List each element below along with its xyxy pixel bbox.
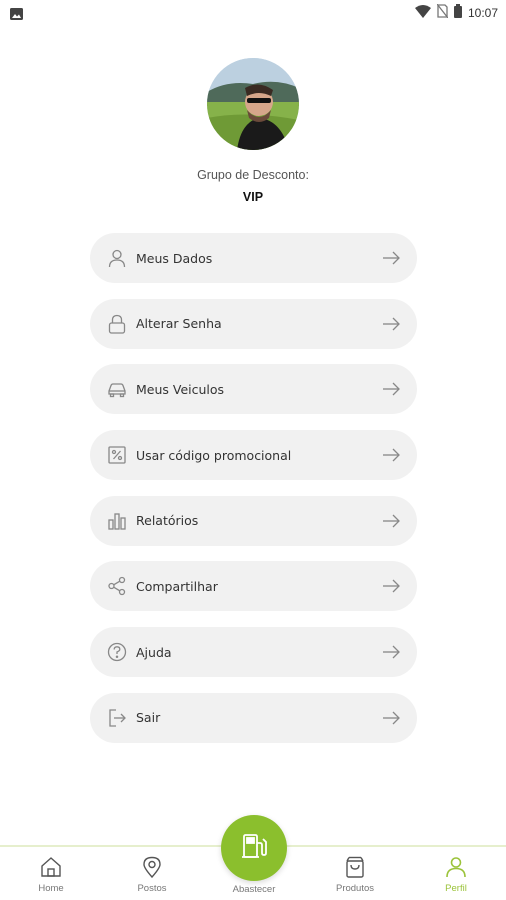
discount-group-value: VIP <box>242 190 264 204</box>
status-bar: 10:07 <box>0 0 506 24</box>
nav-perfil[interactable]: Perfil <box>416 855 496 894</box>
menu-item-sair[interactable]: Sair <box>90 692 417 743</box>
menu-item-label: Sair <box>136 710 161 726</box>
car-icon <box>106 378 128 400</box>
arrow-right-icon <box>381 314 401 334</box>
nav-label: Perfil <box>445 883 467 894</box>
nav-produtos[interactable]: Produtos <box>315 855 395 894</box>
menu-item-label: Ajuda <box>136 644 172 660</box>
arrow-right-icon <box>381 576 401 596</box>
arrow-right-icon <box>381 642 401 662</box>
arrow-right-icon <box>381 708 401 728</box>
lock-icon <box>106 313 128 335</box>
battery-icon <box>453 3 462 22</box>
menu-item-meus-veiculos[interactable]: Meus Veiculos <box>90 364 417 415</box>
profile-menu: Meus Dados Alterar Senha Meus Veiculos U… <box>90 233 417 759</box>
fuel-pump-icon <box>239 831 269 865</box>
image-notification-icon <box>10 5 23 24</box>
menu-item-alterar-senha[interactable]: Alterar Senha <box>90 298 417 349</box>
arrow-right-icon <box>381 445 401 465</box>
menu-item-label: Relatórios <box>136 513 199 529</box>
nav-label: Produtos <box>335 883 375 894</box>
menu-item-ajuda[interactable]: Ajuda <box>90 627 417 678</box>
menu-item-label: Meus Dados <box>136 250 213 266</box>
home-icon <box>11 855 91 879</box>
shopping-bag-icon <box>315 855 395 879</box>
no-sim-icon <box>436 3 449 22</box>
menu-item-label: Usar código promocional <box>136 447 292 463</box>
user-icon <box>106 247 128 269</box>
wifi-icon <box>414 3 431 22</box>
menu-item-relatorios[interactable]: Relatórios <box>90 495 417 546</box>
status-time: 10:07 <box>467 5 498 20</box>
arrow-right-icon <box>381 511 401 531</box>
arrow-right-icon <box>381 379 401 399</box>
nav-label-abastecer: Abastecer <box>232 884 276 895</box>
nav-postos[interactable]: Postos <box>112 855 192 894</box>
menu-item-label: Alterar Senha <box>136 316 222 332</box>
nav-label: Postos <box>137 883 167 894</box>
location-pin-icon <box>112 855 192 879</box>
nav-home[interactable]: Home <box>11 855 91 894</box>
logout-icon <box>106 707 128 729</box>
menu-item-codigo-promocional[interactable]: Usar código promocional <box>90 430 417 481</box>
share-icon <box>106 575 128 597</box>
help-icon <box>106 641 128 663</box>
percent-icon <box>106 444 128 466</box>
profile-icon <box>416 855 496 879</box>
menu-item-compartilhar[interactable]: Compartilhar <box>90 561 417 612</box>
discount-group-label: Grupo de Desconto: <box>197 168 309 182</box>
abastecer-button[interactable] <box>221 815 287 881</box>
avatar[interactable] <box>207 58 299 150</box>
bar-chart-icon <box>106 510 128 532</box>
arrow-right-icon <box>381 248 401 268</box>
nav-label: Home <box>38 883 64 894</box>
menu-item-meus-dados[interactable]: Meus Dados <box>90 233 417 283</box>
menu-item-label: Meus Veiculos <box>136 381 225 397</box>
menu-item-label: Compartilhar <box>136 578 218 594</box>
